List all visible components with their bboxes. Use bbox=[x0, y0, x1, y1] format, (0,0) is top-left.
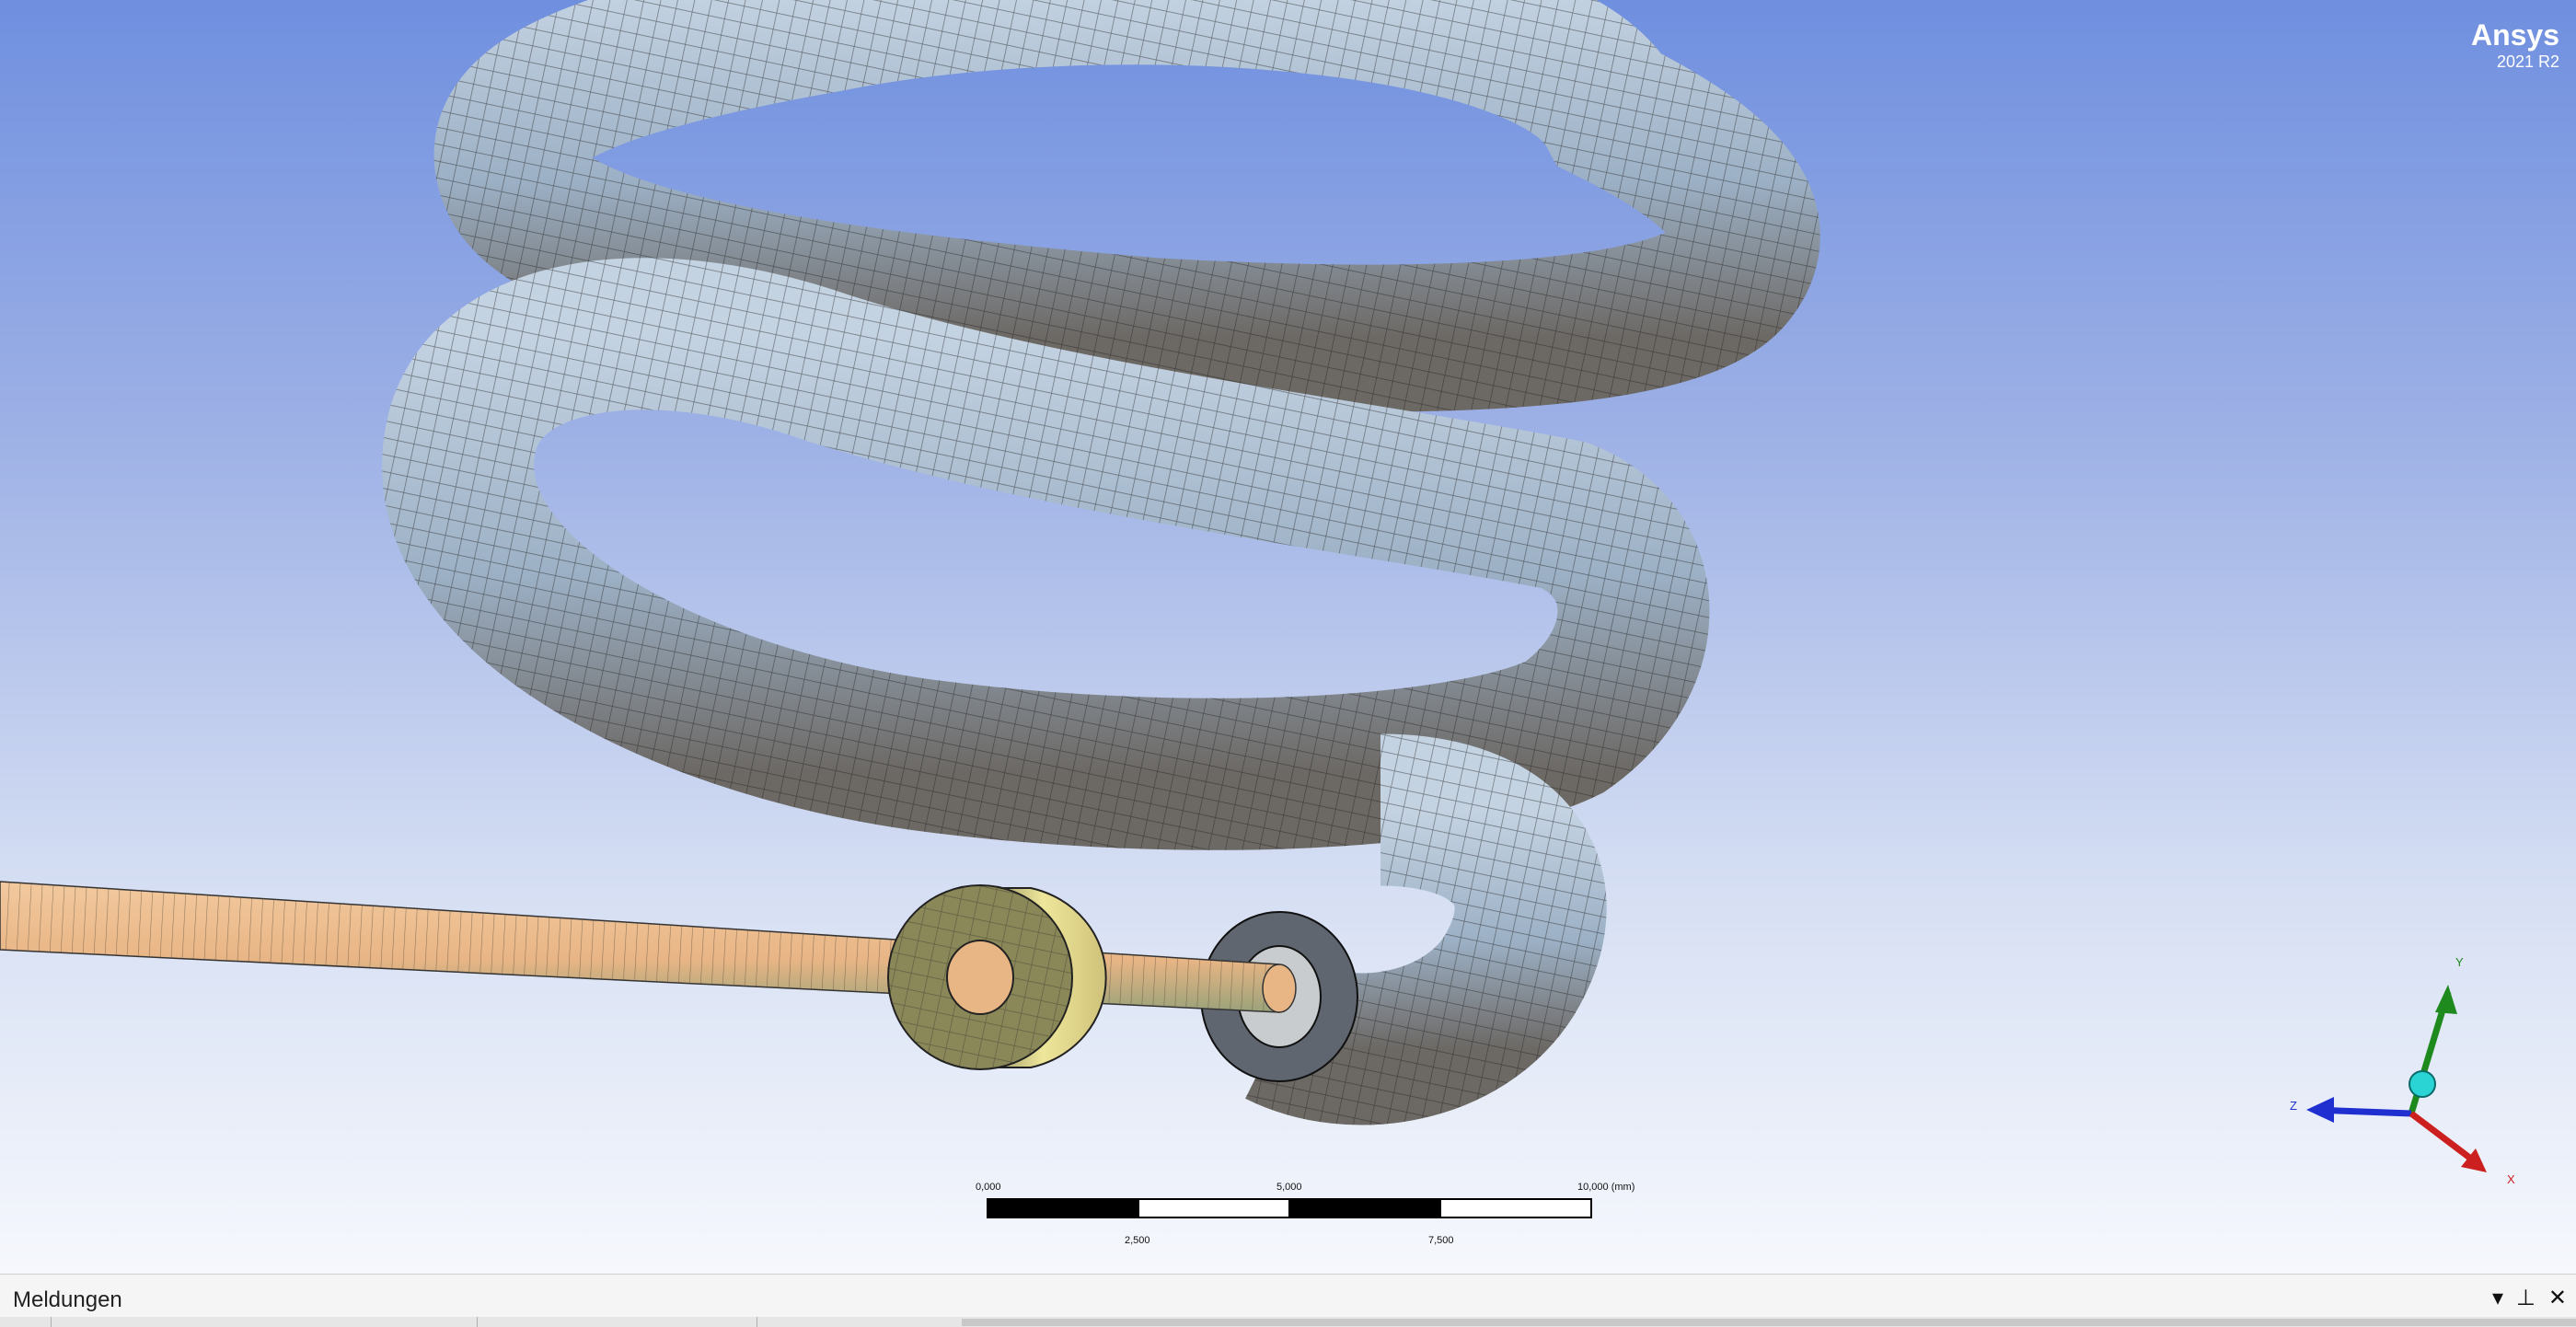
triad-center-icon bbox=[2409, 1070, 2436, 1098]
scale-bar: 0,000 5,000 10,000 (mm) 2,500 7,500 bbox=[976, 1178, 1657, 1252]
panel-column-strip bbox=[0, 1317, 2576, 1327]
z-axis-arrow bbox=[2306, 1097, 2334, 1123]
mesh-model[interactable] bbox=[0, 0, 2576, 1274]
y-axis-arrow bbox=[2435, 985, 2457, 1014]
scale-tick-0: 0,000 bbox=[976, 1182, 1001, 1193]
close-icon[interactable]: ✕ bbox=[2548, 1286, 2567, 1311]
scale-seg-4 bbox=[1439, 1198, 1592, 1218]
y-axis-label: Y bbox=[2455, 955, 2464, 969]
x-axis-label: X bbox=[2507, 1172, 2515, 1186]
brand-name: Ansys bbox=[2470, 18, 2559, 52]
scale-tick-5: 5,000 bbox=[1276, 1182, 1302, 1193]
scale-seg-1 bbox=[987, 1198, 1139, 1218]
scale-seg-3 bbox=[1288, 1198, 1441, 1218]
scale-tick-10: 10,000 (mm) bbox=[1577, 1182, 1635, 1193]
pin-icon[interactable]: ⊥ bbox=[2516, 1286, 2536, 1311]
scale-seg-2 bbox=[1138, 1198, 1290, 1218]
brand-version: 2021 R2 bbox=[2496, 52, 2559, 71]
spacer-ring bbox=[887, 884, 1107, 1070]
horizontal-scrollbar[interactable] bbox=[962, 1319, 2576, 1326]
dropdown-icon[interactable]: ▾ bbox=[2492, 1286, 2503, 1311]
scale-tick-7500: 7,500 bbox=[1428, 1235, 1454, 1246]
coil-lower-end bbox=[1200, 733, 1607, 1125]
coordinate-triad[interactable]: Y Z X bbox=[2273, 948, 2531, 1206]
panel-title: Meldungen bbox=[13, 1287, 122, 1312]
graphics-viewport[interactable]: Ansys 2021 R2 0,000 5,000 10,000 (mm) 2,… bbox=[0, 0, 2576, 1274]
panel-controls: ▾ ⊥ ✕ bbox=[2492, 1286, 2567, 1311]
z-axis-label: Z bbox=[2290, 1099, 2297, 1113]
ansys-brand: Ansys 2021 R2 bbox=[2471, 18, 2559, 72]
messages-panel[interactable]: Meldungen ▾ ⊥ ✕ bbox=[0, 1274, 2576, 1327]
column-divider[interactable] bbox=[477, 1317, 478, 1327]
column-divider[interactable] bbox=[51, 1317, 52, 1327]
scale-tick-2500: 2,500 bbox=[1125, 1235, 1150, 1246]
